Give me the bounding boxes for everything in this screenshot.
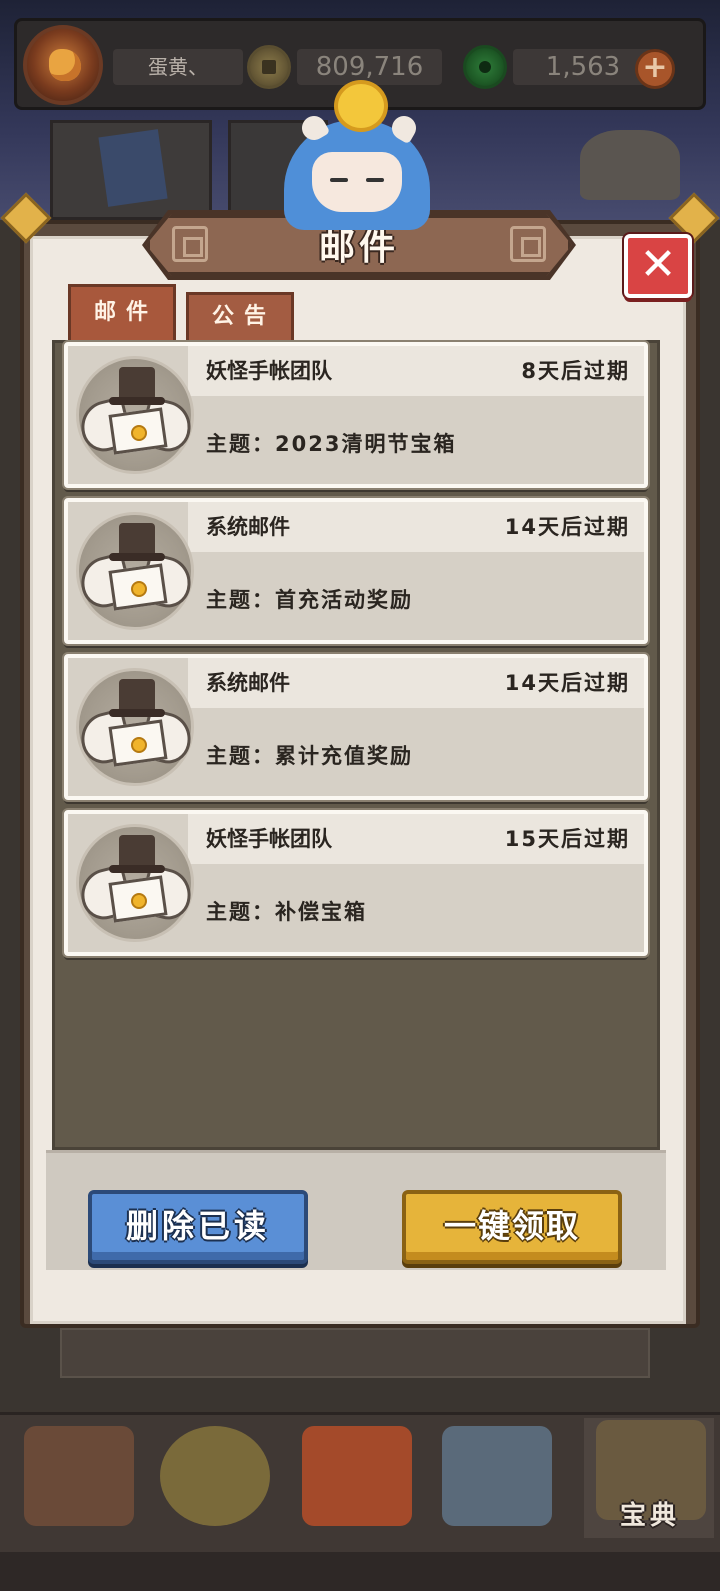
close-button[interactable]: ✕ [624, 234, 692, 298]
winged-mail-icon [75, 668, 197, 786]
mail-expiry: 8天后过期 [521, 359, 630, 383]
claim-all-button[interactable]: 一键领取 [402, 1190, 622, 1264]
mail-item[interactable]: 系统邮件 14天后过期 主题：累计充值奖励 [64, 654, 648, 800]
tab-mail[interactable]: 邮件 [68, 284, 176, 340]
nav-item-chest[interactable] [12, 1418, 142, 1538]
mail-sender: 系统邮件 [206, 515, 290, 539]
mail-item[interactable]: 系统邮件 14天后过期 主题：首充活动奖励 [64, 498, 648, 644]
background-book-card [50, 120, 212, 220]
mascot-face [312, 152, 402, 212]
mail-expiry: 15天后过期 [504, 827, 630, 851]
mail-expiry: 14天后过期 [504, 671, 630, 695]
bottom-edge [0, 1552, 720, 1591]
nav-item-shrine[interactable] [290, 1418, 420, 1538]
tab-announcement[interactable]: 公告 [186, 292, 294, 340]
player-name: 蛋黄、 [113, 49, 243, 85]
player-avatar[interactable] [23, 25, 103, 105]
mail-subject: 主题：2023清明节宝箱 [206, 432, 457, 456]
nav-item-shop[interactable] [430, 1418, 560, 1538]
mail-subject: 主题：累计充值奖励 [206, 744, 413, 768]
background-mail-icon [560, 110, 700, 210]
mail-subject: 主题：补偿宝箱 [206, 900, 367, 924]
winged-mail-icon [75, 824, 197, 942]
chest-icon [24, 1426, 134, 1526]
winged-mail-icon [75, 512, 197, 630]
shrine-icon [302, 1426, 412, 1526]
nav-item-codex-label: 宝典 [619, 1501, 680, 1531]
add-currency-button[interactable]: + [635, 49, 675, 89]
mail-item[interactable]: 妖怪手帐团队 8天后过期 主题：2023清明节宝箱 [64, 342, 648, 488]
coin-counter: 809,716 [297, 49, 442, 85]
mail-expiry: 14天后过期 [504, 515, 630, 539]
mascot-character [282, 82, 432, 230]
mail-sender: 妖怪手帐团队 [206, 827, 332, 851]
mail-subject: 主题：首充活动奖励 [206, 588, 413, 612]
jade-icon [463, 45, 507, 89]
background-panel [60, 1328, 650, 1378]
mail-sender: 系统邮件 [206, 671, 290, 695]
nav-item-star[interactable] [148, 1418, 278, 1538]
winged-mail-icon [75, 356, 197, 474]
mail-item[interactable]: 妖怪手帐团队 15天后过期 主题：补偿宝箱 [64, 810, 648, 956]
shop-icon [442, 1426, 552, 1526]
mail-sender: 妖怪手帐团队 [206, 359, 332, 383]
star-icon [338, 84, 384, 128]
star-badge-icon [160, 1426, 270, 1526]
delete-read-button[interactable]: 删除已读 [88, 1190, 308, 1264]
jade-counter: 1,563 [513, 49, 653, 85]
